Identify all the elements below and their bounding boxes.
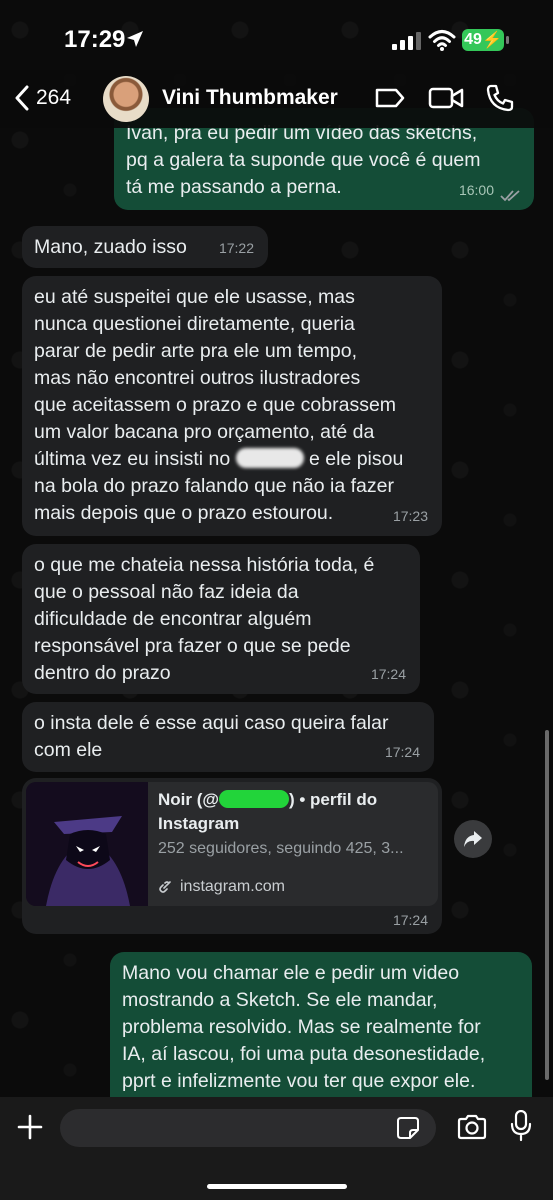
message-input[interactable] xyxy=(60,1109,436,1147)
link-icon xyxy=(159,881,171,893)
message-bubble-incoming[interactable]: o insta dele é esse aqui caso queira fal… xyxy=(22,702,434,772)
link-domain-row: instagram.com xyxy=(158,878,285,896)
message-time: 17:23 xyxy=(392,508,428,524)
message-time: 16:00 xyxy=(458,182,494,198)
message-bubble-incoming[interactable]: eu até suspeitei que ele usasse, mas nun… xyxy=(22,276,442,536)
plus-icon[interactable] xyxy=(16,1113,44,1141)
forward-button[interactable] xyxy=(454,820,492,858)
message-text: o insta dele é esse aqui caso queira fal… xyxy=(34,712,389,761)
camera-icon[interactable] xyxy=(456,1113,488,1141)
message-text: o que me chateia nessa história toda, é … xyxy=(34,554,375,684)
chat-header: 264 Vini Thumbmaker xyxy=(0,70,553,128)
redaction-mark xyxy=(235,448,304,468)
forward-icon xyxy=(464,831,482,847)
signal-icon xyxy=(392,32,421,50)
message-time: 17:24 xyxy=(384,744,420,760)
link-title-part: Noir (@ xyxy=(158,790,219,809)
message-text-part: eu até suspeitei que ele usasse, mas nun… xyxy=(34,286,397,470)
microphone-icon[interactable] xyxy=(510,1110,532,1142)
message-time: 17:24 xyxy=(392,912,428,928)
wifi-icon xyxy=(428,30,456,51)
chevron-left-icon xyxy=(15,85,29,111)
message-time: 17:22 xyxy=(218,240,254,256)
link-preview-card[interactable]: Noir (@) • perfil do Instagram 252 segui… xyxy=(26,782,438,906)
status-bar: 17:29 49 ⚡ xyxy=(0,0,553,80)
double-check-icon xyxy=(500,190,520,202)
link-thumbnail xyxy=(26,782,148,906)
contact-avatar[interactable] xyxy=(103,76,149,122)
back-button[interactable]: 264 xyxy=(14,82,71,114)
message-text: Mano vou chamar ele e pedir um video mos… xyxy=(122,962,486,1092)
home-indicator[interactable] xyxy=(207,1184,347,1189)
message-text: eu até suspeitei que ele usasse, mas nun… xyxy=(34,284,430,527)
link-preview-bubble[interactable]: Noir (@) • perfil do Instagram 252 segui… xyxy=(22,778,442,934)
contact-name[interactable]: Vini Thumbmaker xyxy=(162,86,338,110)
label-icon[interactable] xyxy=(374,84,406,112)
redaction-mark xyxy=(218,790,289,808)
phone-icon[interactable] xyxy=(486,84,514,112)
status-time: 17:29 xyxy=(64,26,126,53)
link-description: 252 seguidores, seguindo 425, 3... xyxy=(158,840,404,857)
unread-count: 264 xyxy=(36,86,72,109)
scrollbar[interactable] xyxy=(545,730,549,1080)
link-domain: instagram.com xyxy=(180,878,285,895)
link-title: Noir (@) • perfil do Instagram xyxy=(158,788,428,836)
location-arrow-icon xyxy=(127,31,143,47)
battery-level: 49 xyxy=(464,31,482,48)
sticker-icon[interactable] xyxy=(396,1116,420,1140)
message-bubble-incoming[interactable]: o que me chateia nessa história toda, é … xyxy=(22,544,420,694)
message-time: 17:24 xyxy=(370,666,406,682)
message-bubble-incoming[interactable]: Mano, zuado isso 17:22 xyxy=(22,226,268,268)
message-bubble-outgoing[interactable]: Mano vou chamar ele e pedir um video mos… xyxy=(110,952,532,1112)
video-camera-icon[interactable] xyxy=(428,84,464,112)
battery-indicator: 49 ⚡ xyxy=(462,29,504,51)
battery-nub xyxy=(506,36,509,44)
